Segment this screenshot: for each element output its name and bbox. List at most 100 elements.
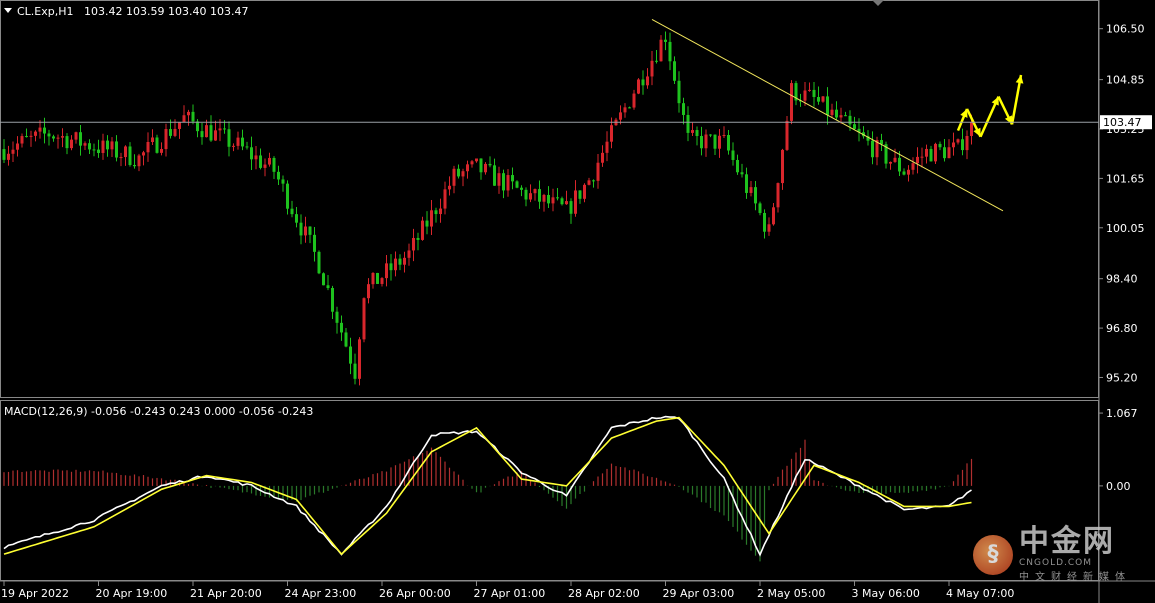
- time-tick-label: 20 Apr 19:00: [96, 587, 168, 600]
- candle-body: [659, 39, 663, 62]
- candle-body: [961, 139, 964, 151]
- price-tick-label: 98.40: [1106, 273, 1138, 286]
- candle-body: [925, 148, 928, 157]
- candle-body: [817, 97, 820, 102]
- candle-body: [772, 207, 775, 225]
- candle-body: [848, 115, 852, 125]
- resistance-trendline[interactable]: [651, 18, 1004, 212]
- candle-body: [574, 190, 577, 214]
- candle-body: [115, 141, 118, 158]
- chart-canvas[interactable]: 106.50104.85103.25101.65100.0598.4096.80…: [0, 0, 1155, 603]
- candle-body: [416, 237, 420, 240]
- candle-body: [209, 125, 213, 141]
- candle-body: [844, 115, 847, 117]
- candle-body: [443, 189, 447, 209]
- candle-body: [767, 224, 771, 232]
- candle-body: [218, 128, 222, 131]
- candle-body: [331, 288, 334, 312]
- candle-body: [16, 143, 19, 150]
- candle-body: [632, 93, 636, 108]
- macd-panel-frame: [0, 400, 1099, 581]
- candle-body: [394, 258, 397, 271]
- candle-body: [578, 190, 582, 199]
- signal-line: [3, 416, 972, 556]
- candle-body: [583, 184, 586, 199]
- candle-body: [263, 164, 267, 168]
- candle-body: [389, 263, 393, 271]
- candle-body: [335, 311, 339, 323]
- candle-body: [646, 76, 649, 86]
- candle-body: [740, 172, 744, 175]
- candle-body: [475, 158, 478, 162]
- candle-body: [65, 136, 69, 149]
- candle-body: [619, 112, 622, 120]
- candle-body: [655, 60, 658, 62]
- candle-body: [515, 181, 519, 188]
- candle-body: [889, 161, 892, 164]
- candle-body: [587, 180, 591, 185]
- candle-body: [664, 39, 667, 42]
- candle-body: [317, 251, 321, 274]
- candle-body: [97, 149, 100, 153]
- candle-body: [592, 180, 595, 182]
- candle-body: [304, 226, 307, 236]
- candle-body: [569, 201, 573, 214]
- indicator-lines-layer: [3, 18, 1024, 557]
- candle-body: [871, 140, 874, 158]
- candle-body: [439, 208, 442, 215]
- candle-body: [191, 111, 195, 122]
- macd-tick-label: 1.067: [1106, 407, 1138, 420]
- candle-body: [52, 136, 55, 139]
- candle-body: [452, 168, 456, 186]
- candle-body: [916, 156, 919, 164]
- candle-body: [812, 89, 816, 98]
- candle-body: [808, 89, 811, 91]
- candle-body: [538, 189, 541, 202]
- candle-body: [254, 155, 258, 160]
- candle-body: [790, 83, 793, 121]
- candle-body: [11, 149, 15, 154]
- candle-body: [839, 115, 843, 118]
- candle-body: [479, 158, 483, 173]
- time-tick-label: 21 Apr 20:00: [190, 587, 262, 600]
- candle-body: [223, 128, 226, 130]
- candle-body: [128, 146, 132, 165]
- candle-body: [511, 175, 514, 182]
- candle-body: [718, 135, 721, 149]
- candle-body: [101, 140, 105, 153]
- candle-body: [457, 168, 460, 177]
- candle-body: [349, 346, 352, 364]
- candle-body: [295, 214, 298, 223]
- candle-body: [830, 109, 834, 115]
- candle-body: [187, 111, 190, 116]
- candle-body: [322, 273, 325, 286]
- candle-body: [970, 122, 973, 136]
- candle-body: [902, 171, 906, 175]
- candle-body: [412, 237, 415, 251]
- candle-body: [245, 146, 249, 148]
- candle-body: [610, 125, 613, 142]
- price-tick-label: 101.65: [1106, 172, 1145, 185]
- candle-body: [160, 149, 163, 153]
- candle-body: [56, 137, 60, 139]
- symbol-label[interactable]: CL.Exp,H1: [17, 5, 74, 18]
- candle-body: [398, 258, 402, 265]
- candle-body: [943, 147, 946, 159]
- candle-body: [29, 135, 33, 137]
- candle-body: [758, 203, 762, 213]
- candle-body: [47, 133, 51, 137]
- candle-body: [164, 129, 168, 150]
- chart-shift-marker-icon[interactable]: [872, 0, 884, 6]
- candle-body: [205, 125, 208, 138]
- candle-body: [803, 90, 807, 101]
- watermark-en-text: CNGOLD.COM: [1019, 558, 1093, 568]
- symbol-dropdown-icon[interactable]: [4, 8, 12, 13]
- candle-body: [344, 332, 348, 347]
- time-tick-label: 3 May 06:00: [852, 587, 920, 600]
- candle-body: [236, 137, 240, 146]
- candle-body: [7, 153, 10, 160]
- candle-body: [133, 164, 136, 167]
- candle-body: [920, 156, 924, 158]
- current-price-tag: 103.47: [1100, 115, 1152, 130]
- candle-body: [821, 96, 825, 102]
